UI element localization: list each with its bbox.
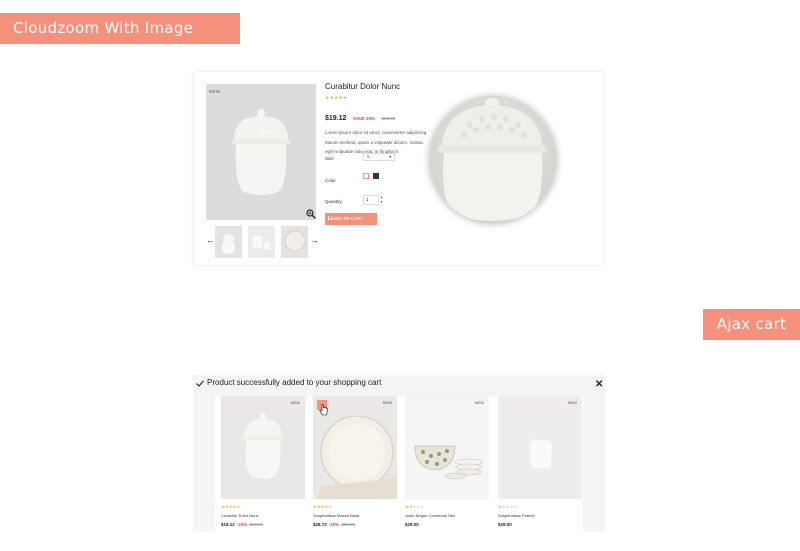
new-badge: NEW (474, 400, 484, 405)
thumbnail-cups[interactable] (248, 226, 275, 258)
product-name: Curabitur Dolor Nunc (221, 513, 259, 518)
main-product-image[interactable]: NEW (206, 84, 316, 220)
hand-cursor-icon (319, 404, 328, 416)
color-swatch-white[interactable] (363, 173, 369, 179)
product-title: Curabitur Dolor Nunc (325, 82, 401, 91)
product-price: $29.00 (498, 522, 582, 527)
quantity-stepper[interactable]: ▲ ▼ (379, 195, 384, 205)
add-to-cart-label: ADD TO CART (332, 216, 363, 221)
price-row: $19.12 SAVE 20% $23.90 (325, 107, 455, 125)
product-image[interactable]: NEW (498, 396, 582, 499)
ajax-cart-banner: Ajax cart (703, 309, 800, 340)
plate-image (317, 416, 397, 499)
description-line: Mauris eleifend, quam a vulputate dictum… (325, 139, 423, 145)
product-price: $29.00 (405, 522, 489, 527)
rating-stars: ★★★★★ (498, 504, 518, 509)
price: $19.12 (325, 115, 347, 122)
new-badge: NEW (567, 400, 577, 405)
product-name: Justo Neque Commodo Nisl (405, 513, 455, 518)
new-badge: NEW (209, 89, 221, 94)
arrow-left-icon[interactable]: ← (206, 235, 215, 245)
new-badge: NEW (290, 400, 300, 405)
cloudzoom-banner: Cloudzoom With Image Slider (0, 13, 240, 68)
cart-popup: Product successfully added to your shopp… (193, 375, 605, 531)
rating-stars: ★★★★★ (405, 504, 425, 509)
color-swatch-dark[interactable] (373, 173, 379, 179)
old-price: $23.90 (381, 116, 396, 121)
discount: -20% (328, 522, 340, 527)
product-price: $28.72 -20% $35.90 (313, 522, 397, 527)
product-card[interactable]: NEW ★★★★★ Curabitur Dolor Nunc $19.12 -20… (221, 396, 305, 527)
cart-icon (328, 216, 332, 220)
jar-image (243, 413, 283, 479)
rating-stars: ★★★★★ (325, 95, 348, 100)
product-card[interactable]: NEW ★★★★★ Suspendisse Massa Nulla $28.72… (313, 396, 397, 527)
product-image[interactable]: NEW (405, 396, 489, 499)
save-badge: SAVE 20% (352, 116, 376, 121)
price: $28.72 (313, 522, 327, 527)
product-name: Suspendisse Potenti (498, 513, 535, 518)
close-icon[interactable]: ✕ (595, 379, 603, 390)
price: $29.00 (405, 522, 419, 527)
price: $19.12 (221, 522, 235, 527)
description-line: Lorem ipsum dolor sit amet, consectetur … (325, 130, 427, 135)
product-card[interactable]: NEW ★★★★★ Justo Neque Commodo Nisl $29.0… (405, 396, 489, 527)
product-name: Suspendisse Massa Nulla (313, 513, 360, 518)
bowls-image (414, 445, 484, 480)
product-image[interactable]: NEW (313, 396, 397, 499)
zoom-in-icon[interactable] (306, 209, 316, 219)
price: $29.00 (498, 522, 512, 527)
thumbnail-slider: ← → (206, 226, 319, 258)
check-icon (196, 380, 204, 387)
jar-image (232, 109, 290, 195)
old-price: $35.90 (341, 522, 356, 527)
thumbnail-plate[interactable] (281, 226, 308, 258)
add-to-cart-button[interactable]: ADD TO CART (325, 213, 377, 225)
size-select[interactable]: S ▼ (363, 153, 395, 161)
product-image[interactable]: NEW (221, 396, 305, 499)
zoom-lens (430, 97, 556, 223)
size-label: Size (325, 156, 334, 161)
chevron-down-icon: ▼ (388, 155, 392, 159)
old-price: $23.90 (249, 522, 264, 527)
product-price: $19.12 -20% $23.90 (221, 522, 305, 527)
new-badge: NEW (382, 400, 392, 405)
rating-stars: ★★★★★ (221, 504, 241, 509)
size-value: S (367, 154, 370, 159)
product-card[interactable]: NEW ★★★★★ Suspendisse Potenti $29.00 (498, 396, 582, 527)
color-label: Color (325, 178, 336, 183)
rating-stars: ★★★★★ (313, 504, 333, 509)
product-grid: NEW ★★★★★ Curabitur Dolor Nunc $19.12 -20… (215, 396, 583, 531)
zoom-plus-icon (256, 126, 269, 139)
zoomed-jar-image (438, 98, 546, 221)
discount: -20% (236, 522, 248, 527)
cup-image (529, 438, 553, 469)
quantity-label: Quantity (325, 199, 342, 204)
cart-success-message: Product successfully added to your shopp… (207, 378, 382, 387)
quantity-input[interactable]: 1 (363, 195, 379, 205)
arrow-right-icon[interactable]: → (310, 235, 319, 245)
thumbnail-jar[interactable] (215, 226, 242, 258)
